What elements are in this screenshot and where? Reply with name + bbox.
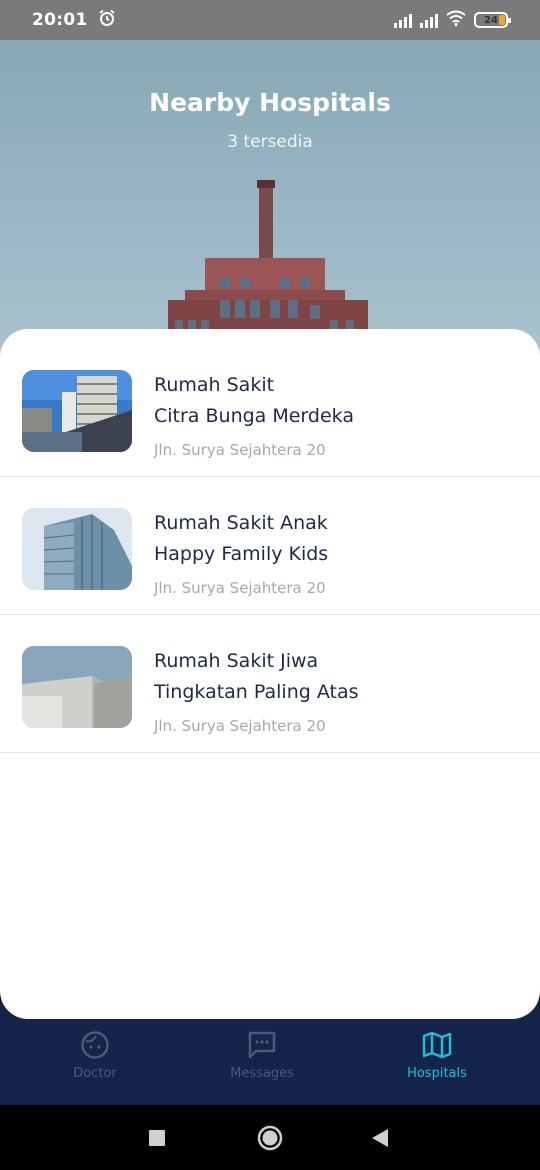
signal-icon: [394, 13, 412, 28]
bottom-nav-items: Doctor Messages Hospitals: [0, 1030, 540, 1105]
hospital-name: Happy Family Kids: [154, 543, 329, 565]
home-icon[interactable]: [240, 1105, 300, 1170]
system-nav-bar: [0, 1105, 540, 1170]
battery-icon: 24: [474, 12, 511, 28]
status-time: 20:01: [32, 10, 88, 30]
tab-doctor[interactable]: Doctor: [35, 1030, 155, 1081]
tab-messages-label: Messages: [230, 1066, 294, 1081]
hospital-thumbnail: [22, 646, 132, 728]
tab-hospitals[interactable]: Hospitals: [377, 1030, 497, 1081]
wifi-icon: [446, 10, 466, 30]
signal-icon: [420, 13, 438, 28]
list-item[interactable]: Rumah Sakit Jiwa Tingkatan Paling Atas J…: [0, 615, 540, 753]
map-icon: [422, 1031, 452, 1059]
tab-messages[interactable]: Messages: [202, 1030, 322, 1081]
tab-hospitals-label: Hospitals: [407, 1066, 467, 1081]
page-title: Nearby Hospitals: [149, 88, 391, 117]
hospital-address: Jln. Surya Sejahtera 20: [154, 717, 326, 735]
tab-doctor-label: Doctor: [73, 1066, 117, 1081]
status-bar: 20:01 24: [0, 0, 540, 40]
hospital-thumbnail: [22, 370, 132, 452]
hospital-address: Jln. Surya Sejahtera 20: [154, 579, 326, 597]
list-item[interactable]: Rumah Sakit Citra Bunga Merdeka Jln. Sur…: [0, 339, 540, 477]
face-icon: [81, 1031, 109, 1059]
hospital-thumbnail: [22, 508, 132, 590]
page-subtitle: 3 tersedia: [227, 132, 313, 152]
hospital-list: Rumah Sakit Citra Bunga Merdeka Jln. Sur…: [0, 339, 540, 753]
alarm-icon: [98, 9, 116, 31]
list-item[interactable]: Rumah Sakit Anak Happy Family Kids Jln. …: [0, 477, 540, 615]
hospital-name: Rumah Sakit: [154, 374, 275, 396]
hospital-name: Tingkatan Paling Atas: [154, 681, 359, 703]
chat-icon: [248, 1031, 276, 1059]
header-hero: Nearby Hospitals 3 tersedia: [0, 40, 540, 360]
hospital-name: Rumah Sakit Jiwa: [154, 650, 319, 672]
hospital-name: Citra Bunga Merdeka: [154, 405, 354, 427]
battery-level: 24: [484, 14, 498, 26]
recents-icon[interactable]: [127, 1105, 187, 1170]
hospital-address: Jln. Surya Sejahtera 20: [154, 441, 326, 459]
hospital-name: Rumah Sakit Anak: [154, 512, 328, 534]
hospital-list-card: Rumah Sakit Citra Bunga Merdeka Jln. Sur…: [0, 329, 540, 1019]
back-icon[interactable]: [350, 1105, 410, 1170]
